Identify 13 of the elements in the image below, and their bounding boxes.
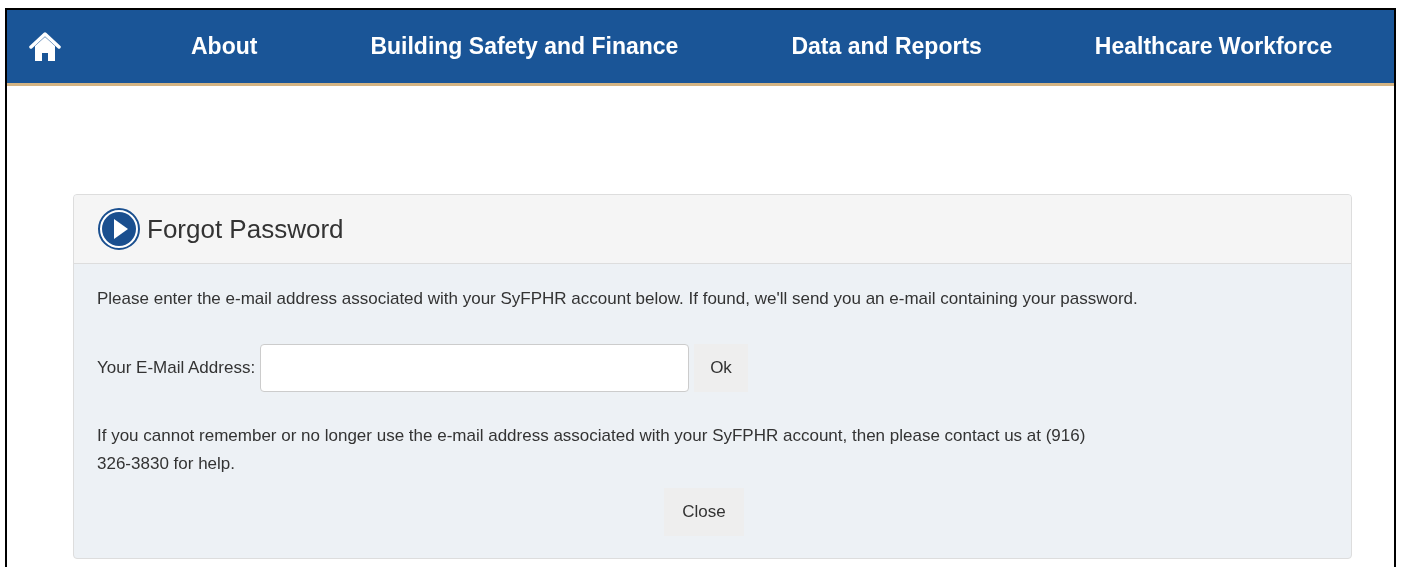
close-button[interactable]: Close [664,487,744,536]
home-icon[interactable] [29,31,61,62]
instructions-text: Please enter the e-mail address associated with your SyFPHR account below. If found, we'll send you an e-mail containing your password. [97,288,1139,310]
nav-link[interactable]: Building Safety and Finance [370,29,679,64]
email-input-field[interactable] [260,343,690,392]
panel-title: Forgot Password [147,212,344,246]
email-label: Your E-Mail Address: [97,356,256,379]
help-text: If you cannot remember or no longer use the e-mail address associated with your SyFPHR account, then please contact us at (916) 326-3830 for help. [97,424,1087,475]
nav-link[interactable]: Healthcare Workforce [1094,29,1333,64]
ok-button[interactable]: Ok [694,343,748,392]
play-circle-icon [97,207,141,251]
nav-link[interactable]: About [191,29,258,64]
nav-link[interactable]: Data and Reports [791,29,982,64]
